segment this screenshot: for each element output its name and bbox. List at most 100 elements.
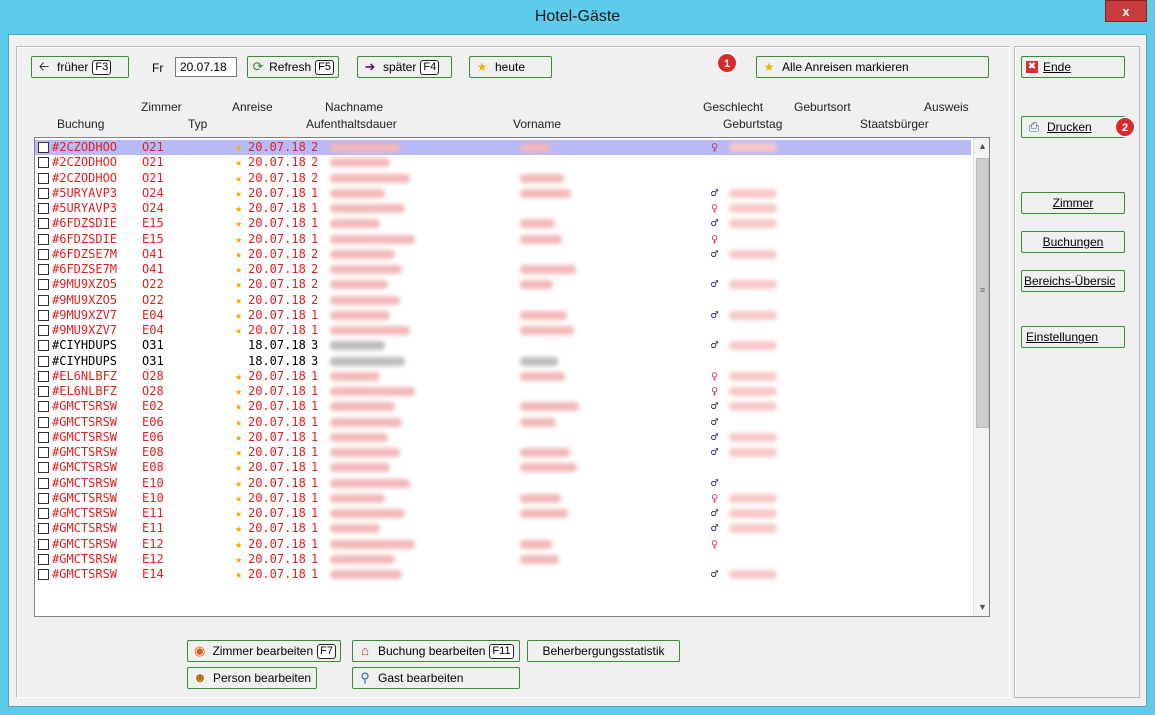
frueher-button[interactable]: 🡠 früher F3 xyxy=(31,56,129,78)
table-row[interactable]: #9MU9XZO5 O22 ★ 20.07.18 2 xyxy=(35,293,971,308)
row-checkbox[interactable] xyxy=(38,370,49,382)
einstellungen-button[interactable]: Einstellungen xyxy=(1021,326,1125,348)
redacted-geburtstag xyxy=(729,249,777,259)
row-checkbox[interactable] xyxy=(38,142,49,153)
row-checkbox[interactable] xyxy=(38,264,49,275)
table-row[interactable]: #GMCTSRSW E14 ★ 20.07.18 1 ♂ xyxy=(35,567,971,582)
table-row[interactable]: #EL6NLBFZ O28 ★ 20.07.18 1 ♀ xyxy=(35,384,971,399)
table-row[interactable]: #9MU9XZV7 E04 ★ 20.07.18 1 xyxy=(35,323,971,338)
person-bearbeiten-button[interactable]: ☻ Person bearbeiten xyxy=(187,667,317,689)
row-checkbox[interactable] xyxy=(38,553,49,565)
row-checkbox[interactable] xyxy=(38,462,49,474)
row-checkbox[interactable] xyxy=(38,172,49,184)
col-geburtsort[interactable]: Geburtsort xyxy=(794,100,851,114)
cell-buchung: #GMCTSRSW xyxy=(52,429,118,444)
scroll-up-icon[interactable]: ▲ xyxy=(974,138,989,155)
table-row[interactable]: #GMCTSRSW E08 ★ 20.07.18 1 xyxy=(35,460,971,475)
col-ausweis[interactable]: Ausweis xyxy=(924,100,969,114)
row-checkbox[interactable] xyxy=(38,447,49,458)
buchungen-button[interactable]: Buchungen xyxy=(1021,231,1125,253)
row-checkbox[interactable] xyxy=(38,508,49,519)
gast-bearbeiten-button[interactable]: ⚲ Gast bearbeiten xyxy=(352,667,520,689)
date-field[interactable] xyxy=(175,57,237,77)
table-row[interactable]: #6FDZSDIE E15 ★ 20.07.18 1 ♀ xyxy=(35,232,971,247)
row-checkbox[interactable] xyxy=(38,431,49,443)
table-row[interactable]: #GMCTSRSW E12 ★ 20.07.18 1 xyxy=(35,552,971,567)
table-row[interactable]: #2CZODHOO O21 ★ 20.07.18 2 ♀ xyxy=(35,140,971,155)
scroll-thumb[interactable]: ≡ xyxy=(976,158,989,428)
row-checkbox[interactable] xyxy=(38,218,49,230)
table-row[interactable]: #GMCTSRSW E08 ★ 20.07.18 1 ♂ xyxy=(35,445,971,460)
col-geburtstag[interactable]: Geburtstag xyxy=(723,117,782,131)
table-row[interactable]: #GMCTSRSW E10 ★ 20.07.18 1 ♀ xyxy=(35,491,971,506)
table-row[interactable]: #2CZODHOO O21 ★ 20.07.18 2 xyxy=(35,171,971,186)
row-checkbox[interactable] xyxy=(38,340,49,352)
refresh-button[interactable]: ⟳ Refresh F5 xyxy=(247,56,339,78)
cell-zimmer: O31 xyxy=(142,338,164,353)
row-checkbox[interactable] xyxy=(38,386,49,397)
close-button[interactable]: x xyxy=(1105,0,1147,22)
vertical-scrollbar[interactable]: ▲ ≡ ▼ xyxy=(973,138,989,616)
row-checkbox[interactable] xyxy=(38,477,49,489)
table-row[interactable]: #GMCTSRSW E11 ★ 20.07.18 1 ♂ xyxy=(35,521,971,536)
table-row[interactable]: #GMCTSRSW E10 ★ 20.07.18 1 ♂ xyxy=(35,476,971,491)
mark-all-arrivals-button[interactable]: ★ Alle Anreisen markieren xyxy=(756,56,989,78)
table-row[interactable]: #GMCTSRSW E02 ★ 20.07.18 1 ♂ xyxy=(35,399,971,414)
row-checkbox[interactable] xyxy=(38,157,49,169)
ende-button[interactable]: ✖ Ende xyxy=(1021,56,1125,78)
cell-aufenthaltsdauer: 2 xyxy=(311,262,319,276)
table-row[interactable]: #GMCTSRSW E12 ★ 20.07.18 1 ♀ xyxy=(35,537,971,552)
row-checkbox[interactable] xyxy=(38,538,49,550)
table-row[interactable]: #9MU9XZO5 O22 ★ 20.07.18 2 ♂ xyxy=(35,277,971,292)
table-row[interactable]: #6FDZSDIE E15 ★ 20.07.18 1 ♂ xyxy=(35,216,971,231)
table-row[interactable]: #CIYHDUPS O31 18.07.18 3 ♂ xyxy=(35,338,971,353)
table-row[interactable]: #CIYHDUPS O31 18.07.18 3 xyxy=(35,354,971,369)
star-icon: ★ xyxy=(235,323,243,337)
col-typ[interactable]: Typ xyxy=(188,117,207,131)
col-anreise[interactable]: Anreise xyxy=(232,100,273,114)
row-checkbox[interactable] xyxy=(38,416,49,428)
row-checkbox[interactable] xyxy=(38,492,49,504)
row-checkbox[interactable] xyxy=(38,248,49,260)
col-aufenthaltsdauer[interactable]: Aufenthaltsdauer xyxy=(306,117,397,131)
bereichs-uebersicht-button[interactable]: Bereichs-Übersic xyxy=(1021,270,1125,292)
row-checkbox[interactable] xyxy=(38,355,49,367)
row-checkbox[interactable] xyxy=(38,569,49,580)
row-checkbox[interactable] xyxy=(38,203,49,214)
row-checkbox[interactable] xyxy=(38,233,49,245)
row-checkbox[interactable] xyxy=(38,401,49,413)
col-staatsbuerger[interactable]: Staatsbürger xyxy=(860,117,929,131)
row-checkbox[interactable] xyxy=(38,309,49,321)
zimmer-button[interactable]: Zimmer xyxy=(1021,192,1125,214)
col-zimmer[interactable]: Zimmer xyxy=(141,100,182,114)
col-buchung[interactable]: Buchung xyxy=(57,117,104,131)
zimmer-bearbeiten-button[interactable]: ◉ Zimmer bearbeiten F7 xyxy=(187,640,341,662)
redacted-nachname xyxy=(330,524,380,534)
spaeter-button[interactable]: ➜ später F4 xyxy=(357,56,452,78)
table-row[interactable]: #9MU9XZV7 E04 ★ 20.07.18 1 ♂ xyxy=(35,308,971,323)
scroll-down-icon[interactable]: ▼ xyxy=(974,599,989,616)
beherbergungsstatistik-button[interactable]: Beherbergungsstatistik xyxy=(527,640,680,662)
table-row[interactable]: #GMCTSRSW E11 ★ 20.07.18 1 ♂ xyxy=(35,506,971,521)
row-checkbox[interactable] xyxy=(38,294,49,306)
table-row[interactable]: #5URYAVP3 O24 ★ 20.07.18 1 ♂ xyxy=(35,186,971,201)
buchung-bearbeiten-button[interactable]: ⌂ Buchung bearbeiten F11 xyxy=(352,640,520,662)
table-row[interactable]: #2CZODHOO O21 ★ 20.07.18 2 xyxy=(35,155,971,170)
col-nachname[interactable]: Nachname xyxy=(325,100,383,114)
row-checkbox[interactable] xyxy=(38,187,49,199)
row-checkbox[interactable] xyxy=(38,325,49,336)
table-row[interactable]: #EL6NLBFZ O28 ★ 20.07.18 1 ♀ xyxy=(35,369,971,384)
table-row[interactable]: #6FDZSE7M O41 ★ 20.07.18 2 xyxy=(35,262,971,277)
table-row[interactable]: #GMCTSRSW E06 ★ 20.07.18 1 ♂ xyxy=(35,415,971,430)
table-row[interactable]: #6FDZSE7M O41 ★ 20.07.18 2 ♂ xyxy=(35,247,971,262)
star-icon: ★ xyxy=(235,262,243,276)
table-row[interactable]: #5URYAVP3 O24 ★ 20.07.18 1 ♀ xyxy=(35,201,971,216)
drucken-button[interactable]: ⎙ Drucken xyxy=(1021,116,1125,138)
col-geschlecht[interactable]: Geschlecht xyxy=(703,100,763,114)
row-checkbox[interactable] xyxy=(38,523,49,535)
col-vorname[interactable]: Vorname xyxy=(513,117,561,131)
table-row[interactable]: #GMCTSRSW E06 ★ 20.07.18 1 ♂ xyxy=(35,430,971,445)
row-checkbox[interactable] xyxy=(38,279,49,291)
heute-button[interactable]: ★ heute xyxy=(469,56,552,78)
redacted-geburtstag xyxy=(729,143,777,152)
